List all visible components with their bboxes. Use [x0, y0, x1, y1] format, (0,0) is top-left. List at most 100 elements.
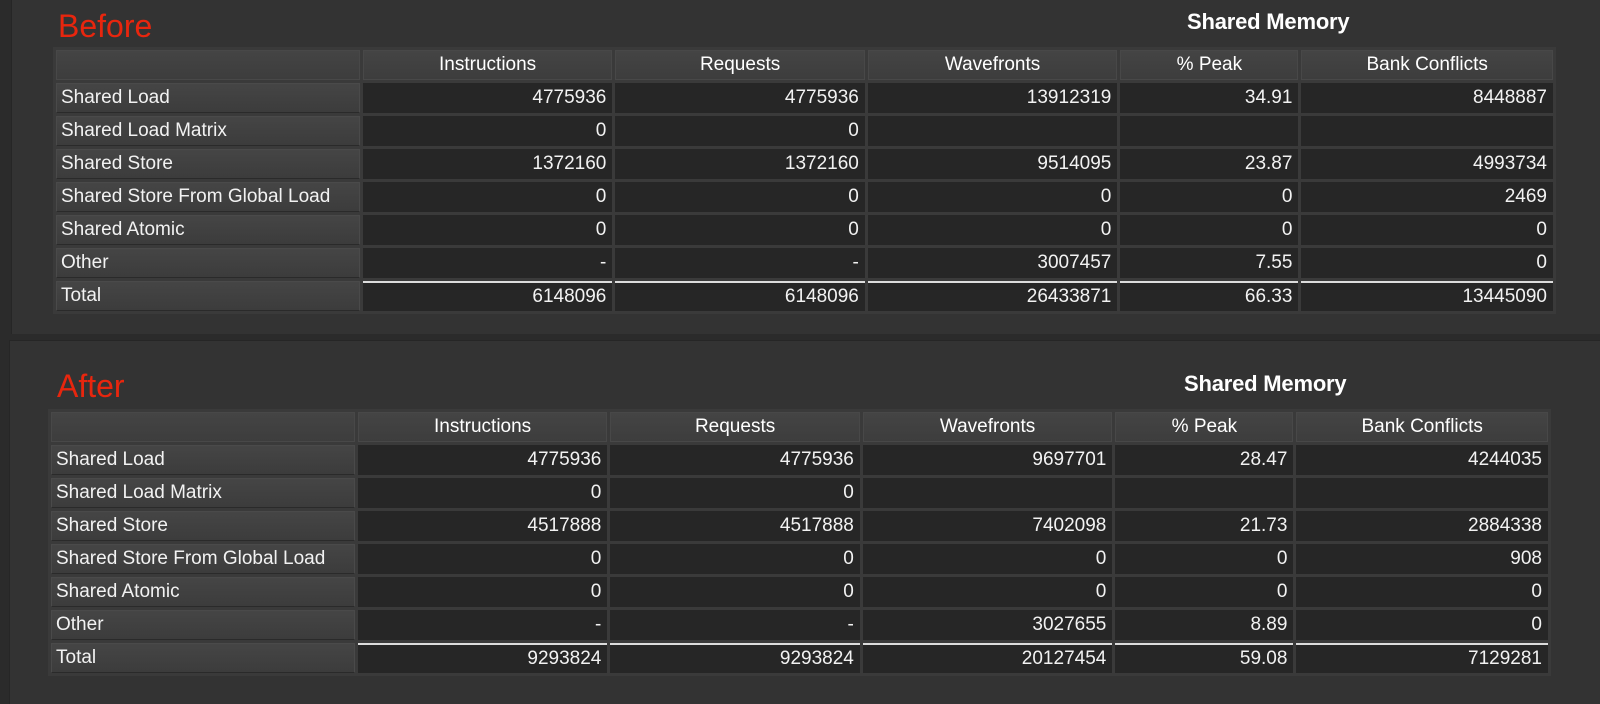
cell-wavefronts	[862, 478, 1113, 508]
cell-bank-conflicts: 13445090	[1301, 281, 1553, 311]
cell-instructions: 4517888	[357, 511, 608, 541]
table-row-shared-store-from-global-load: Shared Store From Global Load 0 0 0 0 90…	[51, 544, 1548, 574]
cell-instructions: 0	[362, 182, 613, 212]
after-panel: After Shared Memory Instructions Request…	[9, 340, 1600, 704]
table-row-shared-load-matrix: Shared Load Matrix 0 0	[51, 478, 1548, 508]
cell-instructions: 9293824	[357, 643, 608, 673]
cell-wavefronts: 26433871	[867, 281, 1118, 311]
cell-requests: 4517888	[610, 511, 860, 541]
cell-requests: 0	[610, 478, 860, 508]
column-header-peak[interactable]: % Peak	[1120, 50, 1299, 80]
table-header-row: Instructions Requests Wavefronts % Peak …	[56, 50, 1553, 80]
column-header-metric[interactable]	[56, 50, 360, 80]
cell-bank-conflicts: 0	[1301, 248, 1553, 278]
cell-bank-conflicts: 4993734	[1301, 149, 1553, 179]
cell-requests: 0	[610, 544, 860, 574]
cell-requests: 0	[615, 215, 865, 245]
cell-requests: -	[615, 248, 865, 278]
cell-bank-conflicts: 2469	[1301, 182, 1553, 212]
row-label: Shared Store	[51, 511, 355, 541]
cell-bank-conflicts: 8448887	[1301, 83, 1553, 113]
cell-wavefronts: 9514095	[867, 149, 1118, 179]
cell-requests: 1372160	[615, 149, 865, 179]
cell-wavefronts: 7402098	[862, 511, 1113, 541]
cell-instructions: 0	[362, 116, 613, 146]
cell-peak: 23.87	[1120, 149, 1299, 179]
cell-peak: 34.91	[1120, 83, 1299, 113]
table-row-total: Total 6148096 6148096 26433871 66.33 134…	[56, 281, 1553, 311]
cell-bank-conflicts: 0	[1296, 577, 1548, 607]
table-row-shared-store: Shared Store 1372160 1372160 9514095 23.…	[56, 149, 1553, 179]
column-header-bank-conflicts[interactable]: Bank Conflicts	[1301, 50, 1553, 80]
row-label: Total	[56, 281, 360, 311]
before-panel: Before Shared Memory Instructions Reques…	[11, 0, 1600, 334]
column-header-peak[interactable]: % Peak	[1115, 412, 1294, 442]
table-row-shared-load-matrix: Shared Load Matrix 0 0	[56, 116, 1553, 146]
table-row-other: Other - - 3027655 8.89 0	[51, 610, 1548, 640]
cell-wavefronts	[867, 116, 1118, 146]
table-row-total: Total 9293824 9293824 20127454 59.08 712…	[51, 643, 1548, 673]
row-label: Shared Atomic	[56, 215, 360, 245]
cell-wavefronts: 0	[862, 544, 1113, 574]
column-header-wavefronts[interactable]: Wavefronts	[867, 50, 1118, 80]
cell-requests: 0	[615, 116, 865, 146]
cell-instructions: 0	[357, 577, 608, 607]
row-label: Shared Atomic	[51, 577, 355, 607]
row-label: Other	[56, 248, 360, 278]
cell-bank-conflicts: 2884338	[1296, 511, 1548, 541]
cell-peak: 0	[1115, 577, 1294, 607]
column-header-requests[interactable]: Requests	[610, 412, 860, 442]
cell-peak	[1120, 116, 1299, 146]
row-label: Shared Store From Global Load	[56, 182, 360, 212]
cell-requests: -	[610, 610, 860, 640]
cell-requests: 6148096	[615, 281, 865, 311]
cell-instructions: -	[357, 610, 608, 640]
cell-bank-conflicts	[1296, 478, 1548, 508]
cell-instructions: 1372160	[362, 149, 613, 179]
cell-instructions: 4775936	[362, 83, 613, 113]
table-row-shared-atomic: Shared Atomic 0 0 0 0 0	[56, 215, 1553, 245]
after-label: After	[57, 368, 125, 404]
column-header-metric[interactable]	[51, 412, 355, 442]
row-label: Shared Load Matrix	[51, 478, 355, 508]
column-header-bank-conflicts[interactable]: Bank Conflicts	[1296, 412, 1548, 442]
cell-peak: 59.08	[1115, 643, 1294, 673]
cell-wavefronts: 13912319	[867, 83, 1118, 113]
cell-wavefronts: 3007457	[867, 248, 1118, 278]
column-header-wavefronts[interactable]: Wavefronts	[862, 412, 1113, 442]
cell-bank-conflicts	[1301, 116, 1553, 146]
cell-bank-conflicts: 7129281	[1296, 643, 1548, 673]
cell-peak: 8.89	[1115, 610, 1294, 640]
table-row-shared-load: Shared Load 4775936 4775936 13912319 34.…	[56, 83, 1553, 113]
cell-bank-conflicts: 0	[1301, 215, 1553, 245]
cell-wavefronts: 9697701	[862, 445, 1113, 475]
cell-wavefronts: 3027655	[862, 610, 1113, 640]
cell-requests: 9293824	[610, 643, 860, 673]
cell-bank-conflicts: 4244035	[1296, 445, 1548, 475]
column-header-instructions[interactable]: Instructions	[362, 50, 613, 80]
cell-peak: 21.73	[1115, 511, 1294, 541]
cell-wavefronts: 0	[862, 577, 1113, 607]
cell-peak: 7.55	[1120, 248, 1299, 278]
cell-instructions: 0	[362, 215, 613, 245]
row-label: Shared Load	[56, 83, 360, 113]
row-label: Shared Store	[56, 149, 360, 179]
cell-peak: 28.47	[1115, 445, 1294, 475]
cell-instructions: 4775936	[357, 445, 608, 475]
cell-instructions: -	[362, 248, 613, 278]
column-header-requests[interactable]: Requests	[615, 50, 865, 80]
cell-wavefronts: 20127454	[862, 643, 1113, 673]
table-row-shared-atomic: Shared Atomic 0 0 0 0 0	[51, 577, 1548, 607]
row-label: Shared Load Matrix	[56, 116, 360, 146]
cell-requests: 0	[615, 182, 865, 212]
table-row-shared-store-from-global-load: Shared Store From Global Load 0 0 0 0 24…	[56, 182, 1553, 212]
after-section-title: Shared Memory	[1184, 371, 1347, 396]
row-label: Total	[51, 643, 355, 673]
before-shared-memory-table: Instructions Requests Wavefronts % Peak …	[53, 47, 1556, 314]
cell-instructions: 0	[357, 544, 608, 574]
column-header-instructions[interactable]: Instructions	[357, 412, 608, 442]
row-label: Shared Load	[51, 445, 355, 475]
cell-peak: 0	[1115, 544, 1294, 574]
row-label: Other	[51, 610, 355, 640]
table-row-shared-store: Shared Store 4517888 4517888 7402098 21.…	[51, 511, 1548, 541]
